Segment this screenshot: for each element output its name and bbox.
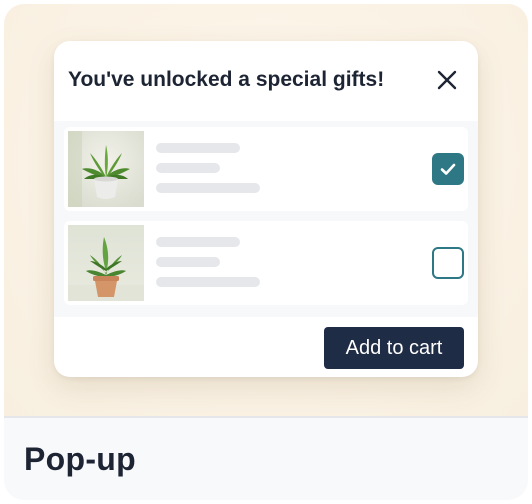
check-icon bbox=[440, 163, 456, 175]
product-image bbox=[68, 225, 144, 301]
placeholder-line bbox=[156, 143, 240, 153]
divider bbox=[4, 416, 528, 418]
close-icon bbox=[437, 70, 457, 90]
placeholder-line bbox=[156, 257, 220, 267]
product-image bbox=[68, 131, 144, 207]
placeholder-line bbox=[156, 277, 260, 287]
gift-checkbox[interactable] bbox=[432, 247, 464, 279]
gift-popup: You've unlocked a special gifts! Add to … bbox=[54, 41, 478, 377]
component-title: Pop-up bbox=[24, 441, 136, 477]
gift-item[interactable] bbox=[64, 127, 468, 211]
gift-list bbox=[54, 121, 478, 317]
placeholder-line bbox=[156, 183, 260, 193]
placeholder-line bbox=[156, 237, 240, 247]
close-button[interactable] bbox=[434, 67, 460, 93]
popup-title: You've unlocked a special gifts! bbox=[68, 68, 385, 91]
placeholder-line bbox=[156, 163, 220, 173]
gift-checkbox[interactable] bbox=[432, 153, 464, 185]
gift-item[interactable] bbox=[64, 221, 468, 305]
preview-stage: You've unlocked a special gifts! Add to … bbox=[4, 4, 528, 416]
preview-card: You've unlocked a special gifts! Add to … bbox=[4, 4, 528, 500]
add-to-cart-button[interactable]: Add to cart bbox=[324, 327, 464, 369]
